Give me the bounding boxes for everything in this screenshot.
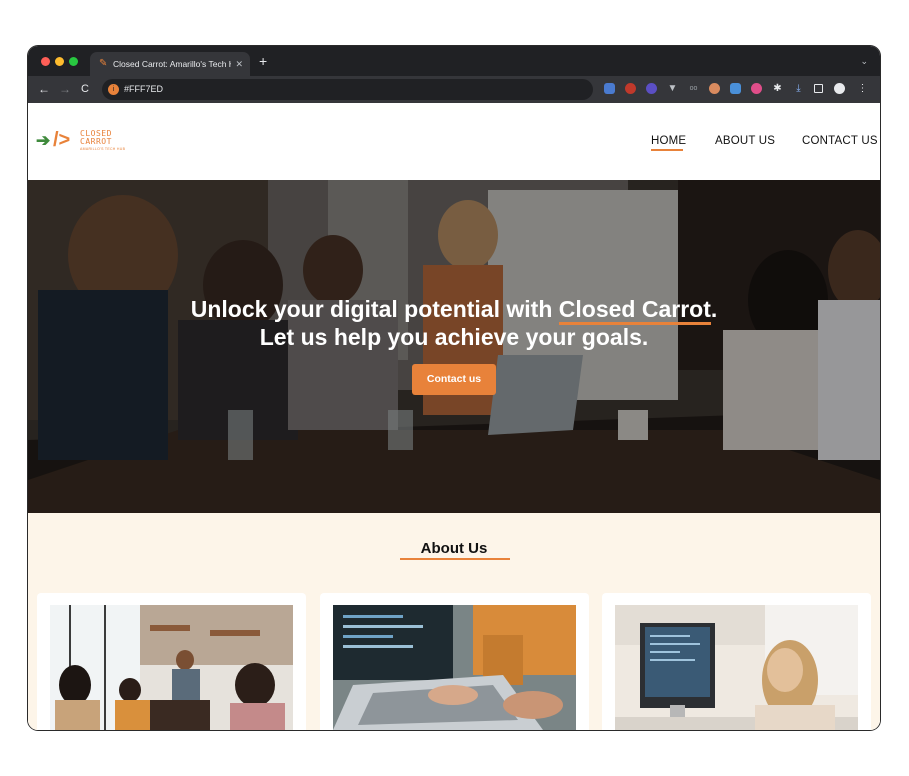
- tab-close-icon[interactable]: ✕: [235, 58, 243, 70]
- browser-window: ✎ Closed Carrot: Amarillo's Tech Hub ✕ +…: [28, 46, 880, 730]
- tab-title: Closed Carrot: Amarillo's Tech Hub: [113, 59, 231, 69]
- maximize-window-button[interactable]: [69, 57, 78, 66]
- site-header: ➔ /> CLOSED CARROT AMARILLO'S TECH HUB H…: [28, 103, 880, 180]
- about-card: [320, 593, 589, 730]
- ublock-extension-icon[interactable]: [625, 83, 636, 94]
- hero-line1-suffix: .: [710, 296, 718, 322]
- about-section: About Us: [28, 513, 880, 730]
- nav-about-link[interactable]: ABOUT US: [715, 134, 775, 148]
- avatar-extension-icon[interactable]: [709, 83, 720, 94]
- carrot-favicon-icon: ✎: [99, 58, 108, 69]
- close-window-button[interactable]: [41, 57, 50, 66]
- woman-at-computer-photo: [615, 605, 858, 730]
- fi-extension-icon[interactable]: [730, 83, 741, 94]
- logo-text-carrot: CARROT: [80, 137, 112, 146]
- purple-extension-icon[interactable]: [646, 83, 657, 94]
- new-tab-button[interactable]: +: [259, 53, 267, 69]
- tab-strip: ✎ Closed Carrot: Amarillo's Tech Hub ✕ +…: [28, 46, 880, 76]
- browser-menu-icon[interactable]: ⋮: [857, 83, 868, 94]
- nav-home-link[interactable]: HOME: [651, 134, 686, 148]
- address-text[interactable]: #FFF7ED: [124, 83, 163, 96]
- address-bar[interactable]: i #FFF7ED: [102, 79, 593, 100]
- color-extension-icon[interactable]: [751, 83, 762, 94]
- glasses-extension-icon[interactable]: oo: [688, 83, 699, 94]
- nav-active-underline: [651, 149, 683, 151]
- laptop-coding-photo: [333, 605, 576, 730]
- side-panel-icon[interactable]: [814, 84, 823, 93]
- vue-devtools-icon[interactable]: ▼: [667, 83, 678, 94]
- web-page: ➔ /> CLOSED CARROT AMARILLO'S TECH HUB H…: [28, 103, 880, 730]
- logo-code-icon: />: [53, 129, 71, 151]
- hero-brand-name: Closed Carrot: [558, 296, 711, 325]
- minimize-window-button[interactable]: [55, 57, 64, 66]
- back-button[interactable]: ←: [38, 82, 50, 96]
- contact-us-button[interactable]: Contact us: [412, 364, 496, 395]
- profile-avatar-icon[interactable]: [834, 83, 845, 94]
- nav-contact-link[interactable]: CONTACT US: [802, 134, 878, 148]
- hero-headline: Unlock your digital potential with Close…: [28, 295, 880, 351]
- tab-search-chevron-icon[interactable]: ⌄: [860, 56, 868, 66]
- hero-section: Unlock your digital potential with Close…: [28, 180, 880, 513]
- site-info-icon[interactable]: i: [108, 84, 119, 95]
- about-heading-underline: [400, 558, 510, 560]
- forward-button[interactable]: →: [59, 82, 71, 96]
- download-icon[interactable]: ⤓: [793, 83, 804, 94]
- translate-extension-icon[interactable]: [604, 83, 615, 94]
- hero-line1-prefix: Unlock your digital potential with: [190, 296, 559, 322]
- about-card: [37, 593, 306, 730]
- about-card: [602, 593, 871, 730]
- logo-tagline: AMARILLO'S TECH HUB: [80, 147, 126, 151]
- logo-arrow-icon: ➔: [36, 131, 51, 150]
- browser-toolbar: ← → C i #FFF7ED ▼ oo ✱ ⤓ ⋮: [28, 76, 880, 103]
- closed-carrot-logo[interactable]: ➔ /> CLOSED CARROT AMARILLO'S TECH HUB: [36, 128, 136, 156]
- reload-button[interactable]: C: [81, 82, 89, 96]
- about-heading: About Us: [420, 540, 488, 557]
- office-team-photo: [50, 605, 293, 730]
- active-tab[interactable]: ✎ Closed Carrot: Amarillo's Tech Hub ✕: [90, 52, 250, 76]
- extensions-puzzle-icon[interactable]: ✱: [772, 83, 783, 94]
- hero-line2: Let us help you achieve your goals.: [259, 324, 649, 350]
